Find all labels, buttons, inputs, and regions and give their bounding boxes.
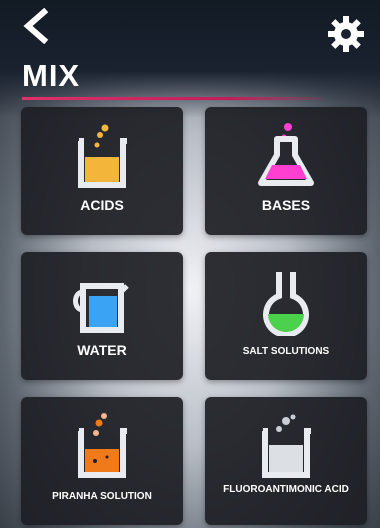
category-piranha-solution[interactable]: PIRANHA SOLUTION [21, 397, 183, 525]
page-title: MIX [22, 58, 81, 93]
category-fluoroantimonic-acid[interactable]: FLUOROANTIMONIC ACID [205, 397, 367, 525]
back-button[interactable] [18, 7, 54, 45]
beaker-orange-icon [78, 413, 127, 478]
round-flask-green-icon [263, 272, 309, 336]
category-bases[interactable]: BASES [205, 107, 367, 235]
category-label: BASES [261, 197, 311, 213]
flask-pink-icon [258, 123, 314, 186]
chevron-left-icon [23, 7, 49, 45]
beaker-clear-icon [262, 414, 311, 478]
category-label: SALT SOLUTIONS [242, 346, 330, 357]
beaker-yellow-icon [78, 124, 127, 188]
settings-button[interactable] [326, 14, 366, 54]
category-water[interactable]: WATER [21, 252, 183, 380]
category-label: PIRANHA SOLUTION [52, 491, 152, 502]
category-acids[interactable]: ACIDS [21, 107, 183, 235]
gear-icon [328, 16, 364, 52]
category-label: WATER [77, 342, 127, 358]
category-salt-solutions[interactable]: SALT SOLUTIONS [205, 252, 367, 380]
category-label: ACIDS [80, 197, 124, 213]
title-underline [22, 97, 322, 100]
jug-blue-icon [73, 283, 129, 333]
category-label: FLUOROANTIMONIC ACID [223, 484, 349, 495]
